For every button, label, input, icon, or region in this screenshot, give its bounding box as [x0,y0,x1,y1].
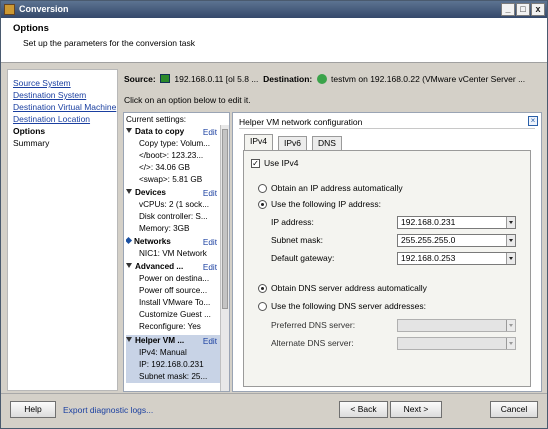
export-diagnostic-logs-link[interactable]: Export diagnostic logs... [63,405,153,415]
help-button[interactable]: Help [10,401,56,418]
ip-address-label: IP address: [271,217,314,227]
subnet-mask-label: Subnet mask: [271,235,323,245]
page-title: Options [13,23,49,34]
collapse-arrow-icon[interactable] [126,128,132,133]
source-machine-icon [160,74,171,83]
step-source-system[interactable]: Source System [13,78,71,88]
setting-value[interactable]: vCPUs: 2 (1 sock... [126,199,222,211]
setting-value[interactable]: Disk controller: S... [126,211,222,223]
subnet-mask-field[interactable]: 255.255.255.0 [397,234,516,247]
wizard-header: Options Set up the parameters for the co… [1,18,547,63]
minimize-button[interactable]: _ [501,3,515,16]
ip-address-field[interactable]: 192.168.0.231 [397,216,516,229]
setting-value[interactable]: <swap>: 5.81 GB [126,174,222,186]
step-destination-virtual-machine[interactable]: Destination Virtual Machine [13,102,116,112]
preferred-dns-label: Preferred DNS server: [271,320,356,330]
step-options: Options [13,126,46,136]
source-value: 192.168.0.11 [ol 5.8 ... [174,74,259,84]
tab-ipv6[interactable]: IPv6 [278,136,308,150]
panel-title: Helper VM network configuration [239,117,535,129]
collapse-arrow-icon[interactable] [126,337,132,342]
setting-value[interactable]: Subnet mask: 25... [126,371,222,383]
cancel-button[interactable]: Cancel [490,401,538,418]
use-following-dns-label: Use the following DNS server addresses: [271,301,426,311]
ip-address-value: 192.168.0.231 [401,217,456,227]
preferred-dns-field[interactable] [397,319,516,332]
obtain-ip-auto-radio[interactable] [258,184,267,193]
step-destination-location[interactable]: Destination Location [13,114,90,124]
setting-value[interactable]: Copy type: Volum... [126,138,222,150]
use-following-ip-label: Use the following IP address: [271,199,381,209]
close-button[interactable]: x [531,3,545,16]
destination-label: Destination: [263,74,313,84]
chevron-down-icon[interactable] [506,235,515,246]
page-subtitle: Set up the parameters for the conversion… [23,38,195,48]
source-label: Source: [124,74,156,84]
setting-value[interactable]: Memory: 3GB [126,223,222,235]
scrollbar-thumb[interactable] [222,129,228,309]
subnet-mask-value: 255.255.255.0 [401,235,456,245]
source-destination-line: Source: 192.168.0.11 [ol 5.8 ... Destina… [124,74,544,86]
collapse-arrow-icon[interactable] [126,189,132,194]
step-destination-system[interactable]: Destination System [13,90,86,100]
wizard-footer: Help Export diagnostic logs... < Back Ne… [1,393,547,428]
app-icon [4,4,15,15]
obtain-dns-auto-label: Obtain DNS server address automatically [271,283,427,293]
destination-value: testvm on 192.168.0.22 (VMware vCenter S… [330,74,526,84]
setting-value[interactable]: </>: 34.06 GB [126,162,222,174]
use-ipv4-label: Use IPv4 [264,158,299,168]
expand-diamond-icon[interactable] [126,236,133,245]
alternate-dns-field[interactable] [397,337,516,350]
panel-close-icon[interactable]: × [528,116,538,126]
section-title: Networks [134,237,171,246]
collapse-arrow-icon[interactable] [126,263,132,268]
tab-ipv4[interactable]: IPv4 [244,134,274,150]
use-ipv4-checkbox[interactable]: ✓ [251,159,260,168]
setting-value[interactable]: Power off source... [126,285,222,297]
setting-value[interactable]: IPv4: Manual [126,347,222,359]
title-bar: Conversion _ □ x [1,1,547,18]
setting-value[interactable]: </boot>: 123.23... [126,150,222,162]
vcenter-icon [316,74,327,84]
section-title: Advanced ... [135,262,184,271]
setting-value[interactable]: Reconfigure: Yes [126,321,222,333]
use-following-ip-radio[interactable] [258,200,267,209]
setting-value[interactable]: Install VMware To... [126,297,222,309]
helper-vm-network-panel: Helper VM network configuration × IPv4 I… [232,112,542,392]
back-button[interactable]: < Back [339,401,388,418]
next-button[interactable]: Next > [390,401,442,418]
conversion-window: Conversion _ □ x Options Set up the para… [0,0,548,429]
current-settings-list: Current settings: Data to copy Edit Copy… [123,112,230,392]
alternate-dns-label: Alternate DNS server: [271,338,354,348]
use-following-dns-radio[interactable] [258,302,267,311]
chevron-down-icon[interactable] [506,338,515,349]
obtain-dns-auto-radio[interactable] [258,284,267,293]
default-gateway-value: 192.168.0.253 [401,253,456,263]
obtain-ip-auto-label: Obtain an IP address automatically [271,183,403,193]
edit-hint: Click on an option below to edit it. [124,95,251,105]
setting-value[interactable]: Power on destina... [126,273,222,285]
chevron-down-icon[interactable] [506,320,515,331]
tab-dns[interactable]: DNS [312,136,342,150]
section-title: Devices [135,188,166,197]
settings-scrollbar[interactable] [220,125,229,391]
step-summary: Summary [13,138,50,148]
default-gateway-field[interactable]: 192.168.0.253 [397,252,516,265]
section-title: Data to copy [135,127,185,136]
section-title: Helper VM ... [135,336,185,345]
chevron-down-icon[interactable] [506,217,515,228]
default-gateway-label: Default gateway: [271,253,335,263]
maximize-button[interactable]: □ [516,3,530,16]
settings-header: Current settings: [126,115,187,124]
setting-value[interactable]: Customize Guest ... [126,309,222,321]
chevron-down-icon[interactable] [506,253,515,264]
setting-value[interactable]: NIC1: VM Network [126,248,222,260]
setting-value[interactable]: IP: 192.168.0.231 [126,359,222,371]
window-title: Conversion [19,4,69,14]
wizard-steps: Source System Destination System Destina… [7,69,118,391]
ipv4-tab-content: ✓ Use IPv4 Obtain an IP address automati… [243,150,531,387]
